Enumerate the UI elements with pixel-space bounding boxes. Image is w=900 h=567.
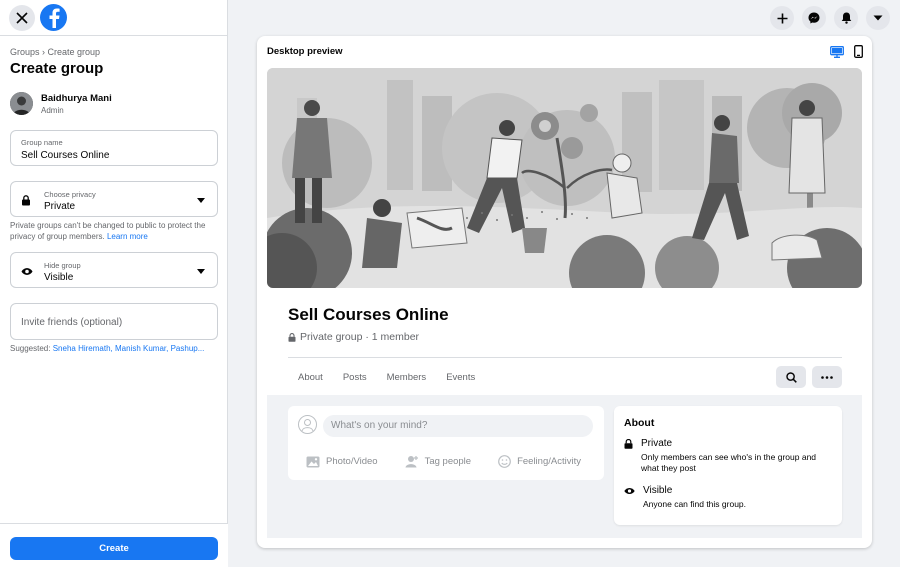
admin-info: Baidhurya Mani Admin — [10, 92, 112, 115]
group-name-field[interactable]: Group name Sell Courses Online — [10, 130, 218, 166]
learn-more-link[interactable]: Learn more — [107, 232, 148, 241]
post-composer: What's on your mind? Photo/Video Tag peo… — [288, 406, 604, 480]
composer-actions: Photo/Video Tag people Feeling/Activity — [306, 455, 581, 468]
divider — [288, 357, 842, 358]
about-privacy-title: Private — [641, 438, 673, 449]
privacy-note: Private groups can't be changed to publi… — [10, 221, 206, 241]
about-privacy-desc: Only members can see who's in the group … — [641, 452, 817, 473]
privacy-value: Private — [44, 201, 76, 212]
mobile-icon[interactable] — [854, 45, 863, 58]
more-dots-icon — [821, 375, 833, 379]
photo-icon — [306, 456, 320, 467]
desktop-icon[interactable] — [830, 45, 844, 58]
feeling-activity-button[interactable]: Feeling/Activity — [498, 455, 581, 468]
privacy-select[interactable]: Choose privacy Private — [10, 181, 218, 217]
sidebar-footer: Create — [0, 523, 228, 567]
photo-video-button[interactable]: Photo/Video — [306, 455, 378, 468]
notifications-button[interactable] — [834, 6, 858, 30]
close-icon — [16, 11, 28, 24]
admin-name[interactable]: Baidhurya Mani — [41, 93, 112, 104]
eye-icon — [21, 268, 33, 275]
about-privacy: Private Only members can see who's in th… — [624, 438, 831, 474]
tag-people-button[interactable]: Tag people — [405, 455, 471, 468]
top-nav-icons — [770, 6, 890, 30]
create-group-sidebar: Groups › Create group Create group Baidh… — [0, 0, 228, 567]
suggested-friend[interactable]: Manish Kumar, — [115, 344, 168, 353]
more-options-button[interactable] — [812, 366, 842, 388]
hide-group-value: Visible — [44, 272, 74, 283]
suggested-friends: Suggested: Sneha Hiremath, Manish Kumar,… — [10, 344, 205, 353]
composer-avatar — [298, 415, 317, 434]
suggested-friend[interactable]: Sneha Hiremath, — [53, 344, 113, 353]
about-title: About — [624, 417, 655, 429]
suggested-friend[interactable]: Pashup... — [171, 344, 205, 353]
hide-group-label: Hide group — [44, 261, 81, 270]
chevron-down-icon — [197, 269, 205, 274]
tag-people-icon — [405, 456, 418, 468]
lock-icon — [288, 332, 296, 342]
avatar[interactable] — [10, 92, 33, 115]
page-title: Create group — [10, 60, 104, 77]
create-menu-button[interactable] — [770, 6, 794, 30]
chevron-down-icon — [197, 198, 205, 203]
caret-down-icon — [873, 15, 883, 21]
about-visibility-desc: Anyone can find this group. — [643, 499, 747, 509]
about-card: About Private Only members can see who's… — [614, 406, 842, 525]
tab-members[interactable]: Members — [387, 372, 427, 383]
about-visibility-title: Visible — [643, 485, 673, 496]
breadcrumb[interactable]: Groups › Create group — [10, 47, 100, 57]
bell-icon — [841, 12, 851, 24]
tab-events[interactable]: Events — [446, 372, 475, 383]
invite-friends-input[interactable]: Invite friends (optional) — [10, 303, 218, 340]
privacy-label: Choose privacy — [44, 190, 96, 199]
invite-placeholder: Invite friends (optional) — [21, 317, 123, 328]
close-button[interactable] — [9, 4, 35, 31]
messenger-button[interactable] — [802, 6, 826, 30]
facebook-f-icon — [49, 8, 60, 28]
tab-posts[interactable]: Posts — [343, 372, 367, 383]
group-tabs: About Posts Members Events — [298, 372, 475, 383]
hide-group-select[interactable]: Hide group Visible — [10, 252, 218, 288]
lock-icon — [22, 195, 30, 206]
lock-icon — [624, 439, 633, 449]
search-button[interactable] — [776, 366, 806, 388]
smiley-icon — [498, 455, 511, 468]
messenger-icon — [808, 12, 820, 24]
tab-about[interactable]: About — [298, 372, 323, 383]
preview-label: Desktop preview — [267, 46, 343, 57]
preview-group-name: Sell Courses Online — [288, 305, 449, 324]
composer-input[interactable]: What's on your mind? — [323, 415, 593, 437]
desktop-preview-card: Desktop preview Sell Courses Online Priv… — [257, 36, 872, 548]
about-visibility: Visible Anyone can find this group. — [624, 485, 746, 510]
plus-icon — [777, 13, 787, 23]
account-menu-button[interactable] — [866, 6, 890, 30]
search-icon — [785, 371, 797, 383]
facebook-logo[interactable] — [40, 4, 67, 31]
group-name-label: Group name — [21, 138, 63, 147]
eye-icon — [624, 488, 635, 494]
group-name-value[interactable]: Sell Courses Online — [21, 150, 109, 161]
preview-body: What's on your mind? Photo/Video Tag peo… — [267, 395, 862, 538]
preview-group-meta: Private group · 1 member — [288, 331, 419, 343]
admin-role: Admin — [41, 105, 64, 115]
cover-photo[interactable] — [267, 68, 862, 288]
sidebar-header — [0, 0, 227, 36]
device-toggle — [830, 45, 863, 58]
create-button[interactable]: Create — [10, 537, 218, 560]
